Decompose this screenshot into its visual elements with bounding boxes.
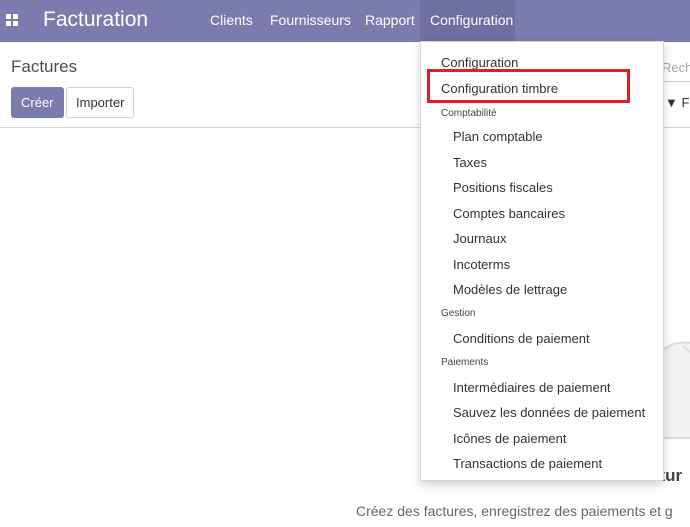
- filters-button[interactable]: ▼ Fi: [665, 95, 690, 110]
- helper-text: Créez des factures, enregistrez des paie…: [356, 503, 673, 519]
- menu-item-modeles-de-lettrage[interactable]: Modèles de lettrage: [453, 282, 567, 298]
- section-paiements: Paiements: [441, 357, 489, 368]
- menu-item-plan-comptable[interactable]: Plan comptable: [453, 129, 543, 145]
- section-comptabilite: Comptabilité: [441, 108, 497, 119]
- configuration-dropdown: Configuration Configuration timbre Compt…: [420, 41, 664, 481]
- filter-icon: ▼: [665, 95, 678, 110]
- menu-item-intermediaires-de-paiement[interactable]: Intermédiaires de paiement: [453, 380, 611, 396]
- menu-item-journaux[interactable]: Journaux: [453, 231, 506, 247]
- apps-menu-icon[interactable]: [6, 14, 18, 26]
- menu-item-conditions-de-paiement[interactable]: Conditions de paiement: [453, 331, 590, 347]
- import-button[interactable]: Importer: [66, 87, 135, 118]
- highlight-annotation-box: [427, 69, 630, 103]
- filters-label: Fi: [681, 95, 690, 110]
- menu-configuration[interactable]: Configuration: [420, 0, 515, 42]
- create-button[interactable]: Créer: [11, 87, 64, 118]
- app-title[interactable]: Facturation: [43, 7, 148, 33]
- menu-item-transactions-de-paiement[interactable]: Transactions de paiement: [453, 456, 602, 472]
- menu-fournisseurs[interactable]: Fournisseurs: [260, 0, 361, 42]
- breadcrumb: Factures: [11, 57, 78, 76]
- menu-item-icones-de-paiement[interactable]: Icônes de paiement: [453, 431, 566, 447]
- menu-item-incoterms[interactable]: Incoterms: [453, 257, 510, 273]
- section-gestion: Gestion: [441, 308, 476, 319]
- menu-rapport[interactable]: Rapport: [355, 0, 425, 42]
- menu-item-positions-fiscales[interactable]: Positions fiscales: [453, 180, 553, 196]
- menu-item-comptes-bancaires[interactable]: Comptes bancaires: [453, 206, 565, 222]
- menu-item-sauvez-les-donnees-de-paiement[interactable]: Sauvez les données de paiement: [453, 405, 645, 421]
- top-navbar: Facturation Clients Fournisseurs Rapport…: [0, 0, 690, 42]
- menu-item-taxes[interactable]: Taxes: [453, 155, 487, 171]
- menu-clients[interactable]: Clients: [200, 0, 263, 42]
